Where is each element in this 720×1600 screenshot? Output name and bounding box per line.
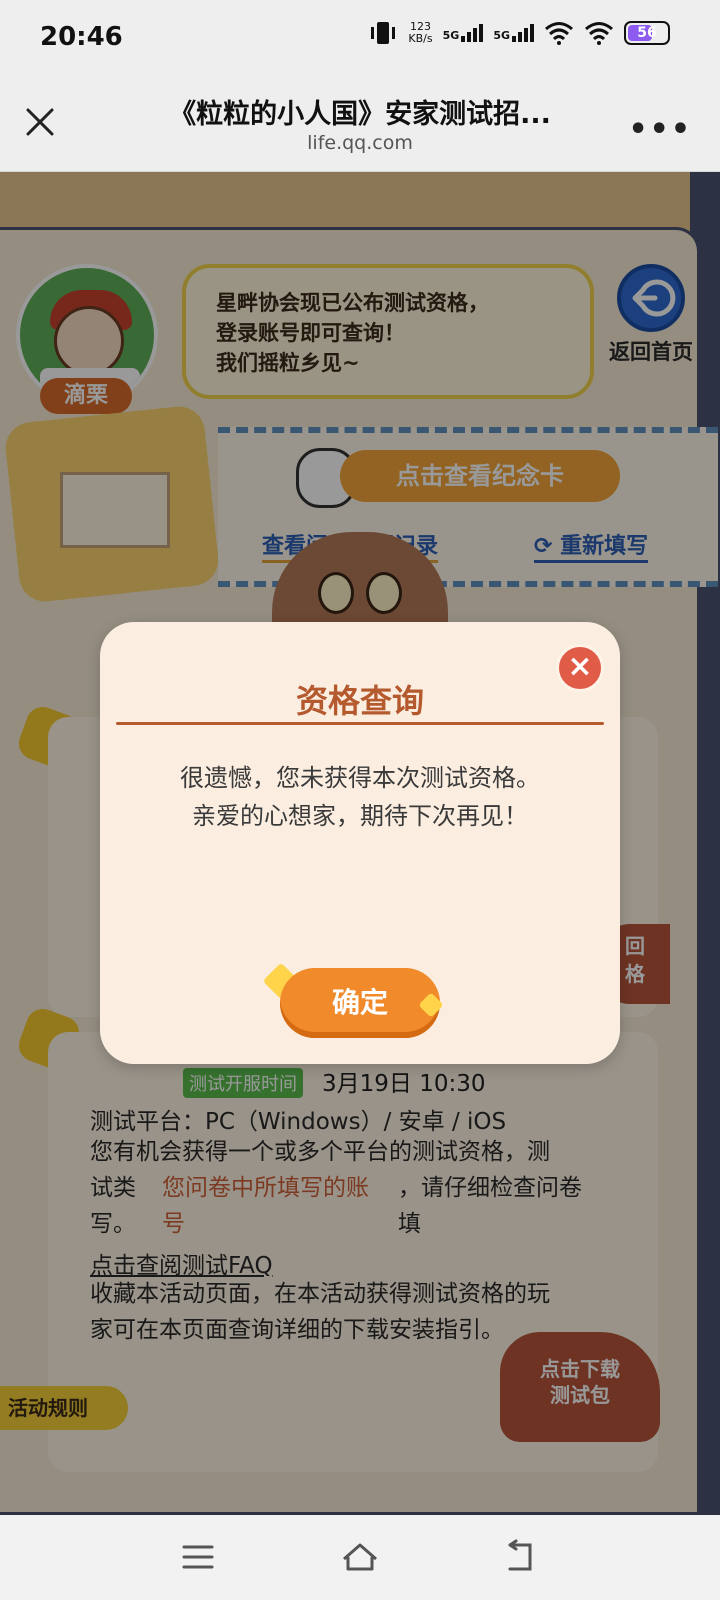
wifi-icon [545, 22, 573, 45]
vibrate-icon [371, 22, 396, 44]
battery-level: 56 [637, 25, 657, 41]
close-icon[interactable] [20, 102, 60, 142]
page-url: life.qq.com [307, 132, 413, 154]
title-divider [116, 722, 604, 725]
qualification-dialog: 资格查询 × 很遗憾，您未获得本次测试资格。 亲爱的心想家，期待下次再见！ 确定 [100, 622, 620, 1064]
signal-sim2: 5G [493, 24, 534, 42]
dialog-title: 资格查询 [295, 682, 424, 720]
menu-icon[interactable] [178, 1537, 218, 1577]
confirm-button[interactable]: 确定 [280, 968, 440, 1038]
status-bar: 20:46 123 KB/s 5G 5G 56 [0, 0, 720, 78]
dialog-message: 亲爱的心想家，期待下次再见！ [192, 802, 528, 830]
wifi-icon [585, 22, 613, 45]
back-icon[interactable] [500, 1537, 540, 1577]
system-nav-bar [0, 1515, 720, 1600]
battery-icon: 56 [624, 21, 670, 45]
clock: 20:46 [40, 22, 123, 52]
signal-bars-icon [461, 24, 484, 42]
net-speed: 123 KB/s [408, 20, 433, 45]
close-icon: × [567, 649, 593, 684]
status-icons: 123 KB/s 5G 5G 56 [368, 20, 670, 46]
dialog-message: 很遗憾，您未获得本次测试资格。 [180, 764, 540, 792]
signal-sim1: 5G [443, 24, 484, 42]
browser-header: 《粒粒的小人国》安家测试招... life.qq.com ••• [0, 78, 720, 172]
dialog-close-button[interactable]: × [556, 644, 604, 692]
page-title: 《粒粒的小人国》安家测试招... [169, 99, 551, 130]
more-icon[interactable]: ••• [628, 112, 692, 147]
home-icon[interactable] [340, 1537, 380, 1577]
signal-bars-icon [512, 24, 534, 42]
